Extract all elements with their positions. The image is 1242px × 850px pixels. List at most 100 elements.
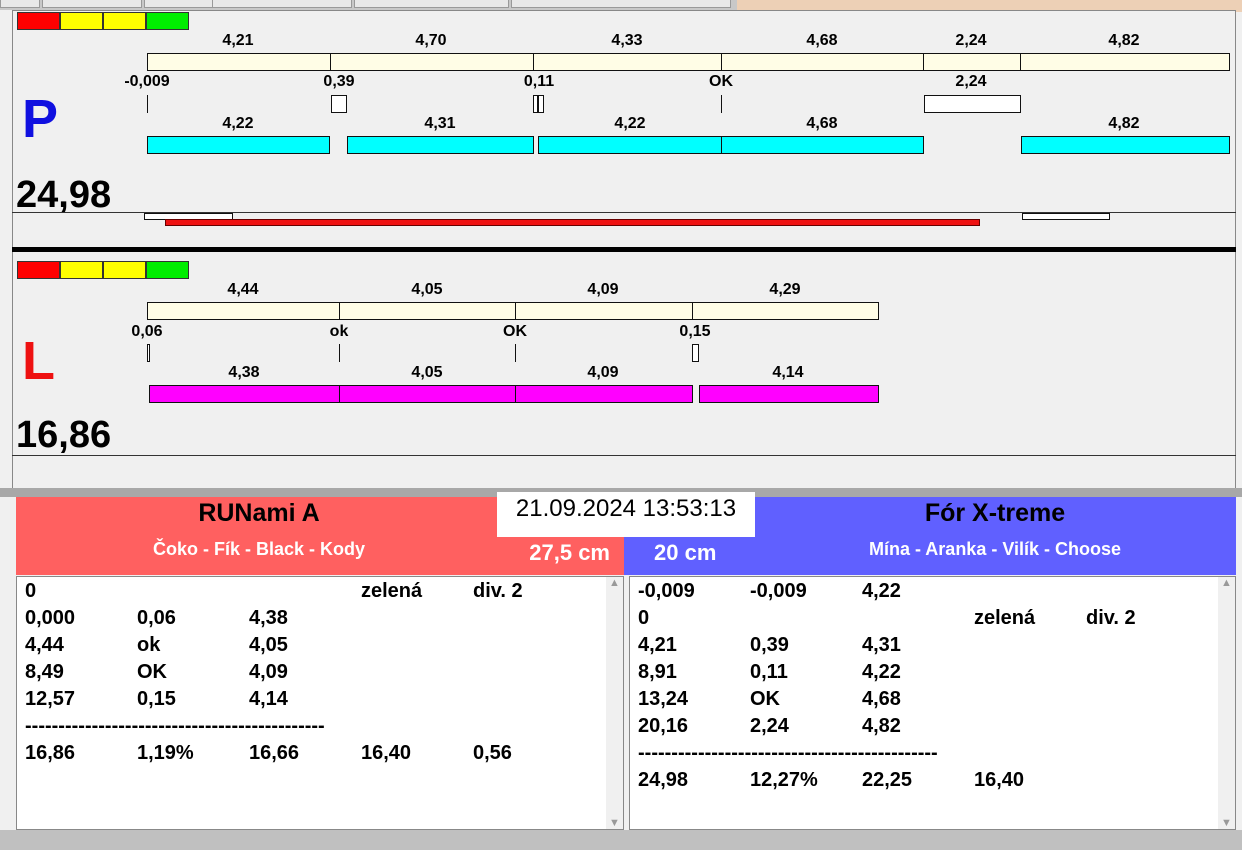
segment-bar xyxy=(339,302,516,320)
tab[interactable] xyxy=(0,0,40,8)
result-cell: 16,40 xyxy=(361,742,412,764)
jump-height: 27,5 cm xyxy=(529,540,610,565)
tab[interactable] xyxy=(144,0,214,8)
segment-time: 2,24 xyxy=(955,32,987,49)
offset-value: 0,15 xyxy=(679,323,711,340)
result-cell: 4,82 xyxy=(862,715,901,737)
result-cell: div. 2 xyxy=(473,580,523,602)
tab[interactable] xyxy=(42,0,142,8)
light-green xyxy=(146,12,189,30)
segment-time: 4,21 xyxy=(222,32,254,49)
segment-time: 4,70 xyxy=(415,32,447,49)
result-cell: 4,22 xyxy=(862,580,901,602)
result-cell: 8,49 xyxy=(25,661,64,683)
light-green xyxy=(146,261,189,279)
tab[interactable] xyxy=(511,0,731,8)
result-row: 0 zelená div. 2 xyxy=(17,580,623,607)
result-cell: 0,06 xyxy=(137,607,176,629)
segment-time: 4,09 xyxy=(587,281,619,298)
result-cell: OK xyxy=(750,688,780,710)
tab[interactable] xyxy=(354,0,509,8)
result-row: 0 zelená div. 2 xyxy=(630,607,1235,634)
offset-value: -0,009 xyxy=(124,73,170,90)
result-cell: zelená xyxy=(361,580,423,602)
result-row: ----------------------------------------… xyxy=(17,715,623,742)
result-bar xyxy=(347,136,534,154)
divider xyxy=(12,455,1236,456)
left-results-textarea[interactable]: ▲ ▼ 0 zelená div. 2 0,000 0,06 4,38 4,44 ok 4,05 8,… xyxy=(16,576,624,830)
offset-marker xyxy=(147,344,150,362)
segment-bar xyxy=(1020,53,1230,71)
result-row: 12,57 0,15 4,14 xyxy=(17,688,623,715)
light-yellow xyxy=(103,12,146,30)
datetime: 21.09.2024 13:53:13 xyxy=(497,492,755,537)
light-red xyxy=(17,12,60,30)
tab[interactable] xyxy=(212,0,352,8)
offset-marker xyxy=(147,95,148,113)
right-results-textarea[interactable]: ▲ ▼ -0,009 -0,009 4,22 0 zelená div. 2 4,21 0,39 4… xyxy=(629,576,1236,830)
status-lights xyxy=(17,12,189,30)
offset-value: 0,11 xyxy=(523,73,555,90)
result-cell: 1,19% xyxy=(137,742,194,764)
result-bar xyxy=(149,385,340,403)
segment-bar xyxy=(533,53,722,71)
dog-names: Čoko - Fík - Black - Kody xyxy=(152,539,366,559)
result-cell: 0,56 xyxy=(473,742,512,764)
result-cell: 16,40 xyxy=(974,769,1025,791)
light-yellow xyxy=(60,261,103,279)
result-cell: 4,68 xyxy=(862,688,901,710)
segment-time: 4,44 xyxy=(227,281,259,298)
offset-marker xyxy=(538,95,544,113)
result-cell: 0 xyxy=(25,580,37,602)
segment-bar xyxy=(721,53,924,71)
status-lights xyxy=(17,261,189,279)
result-bar xyxy=(1021,136,1230,154)
offset-marker xyxy=(331,95,347,113)
l-total: 16,86 xyxy=(16,414,112,456)
result-row: 16,86 1,19% 16,66 16,40 0,56 xyxy=(17,742,623,769)
segment-time: 4,38 xyxy=(228,364,260,381)
result-cell: ok xyxy=(137,634,161,656)
result-cell: 2,24 xyxy=(750,715,789,737)
result-cell: 4,21 xyxy=(638,634,677,656)
result-cell: 24,98 xyxy=(638,769,689,791)
result-cell: ----------------------------------------… xyxy=(25,715,325,737)
segment-time: 4,22 xyxy=(222,115,254,132)
offset-value: OK xyxy=(503,323,527,340)
segment-time: 4,68 xyxy=(806,115,838,132)
dog-names: Mína - Aranka - Vilík - Choose xyxy=(868,539,1122,559)
result-cell: 22,25 xyxy=(862,769,913,791)
result-bar xyxy=(147,136,330,154)
result-cell: 12,57 xyxy=(25,688,76,710)
segment-time: 4,82 xyxy=(1108,32,1140,49)
result-cell: 4,44 xyxy=(25,634,64,656)
result-cell: 16,86 xyxy=(25,742,76,764)
segment-bar xyxy=(147,302,340,320)
segment-time: 4,05 xyxy=(411,364,443,381)
segment-time: 4,29 xyxy=(769,281,801,298)
result-cell: 4,31 xyxy=(862,634,901,656)
offset-marker xyxy=(692,344,699,362)
light-yellow xyxy=(60,12,103,30)
result-cell: 0,39 xyxy=(750,634,789,656)
segment-time: 4,05 xyxy=(411,281,443,298)
p-total: 24,98 xyxy=(16,174,112,216)
segment-time: 4,31 xyxy=(424,115,456,132)
offset-marker xyxy=(924,95,1021,113)
offset-value: ok xyxy=(329,323,349,340)
result-row: 8,49 OK 4,09 xyxy=(17,661,623,688)
progress-marker xyxy=(1022,213,1110,220)
segment-bar xyxy=(330,53,534,71)
result-cell: 13,24 xyxy=(638,688,689,710)
l-label: L xyxy=(22,331,55,391)
result-row: 8,91 0,11 4,22 xyxy=(630,661,1235,688)
segment-time: 4,09 xyxy=(587,364,619,381)
result-bar xyxy=(339,385,516,403)
offset-value: 0,06 xyxy=(131,323,163,340)
result-cell: 4,14 xyxy=(249,688,288,710)
result-cell: OK xyxy=(137,661,167,683)
offset-value: OK xyxy=(709,73,733,90)
result-row: 4,44 ok 4,05 xyxy=(17,634,623,661)
result-row: 4,21 0,39 4,31 xyxy=(630,634,1235,661)
result-cell: 20,16 xyxy=(638,715,689,737)
